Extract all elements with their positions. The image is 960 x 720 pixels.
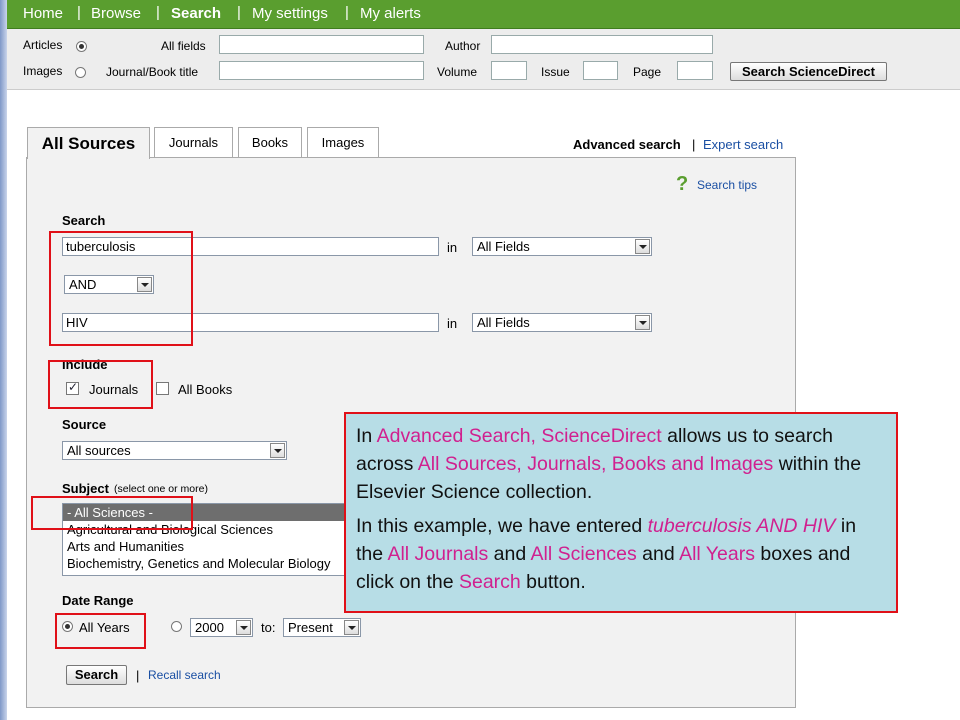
nav-separator: | xyxy=(156,4,160,21)
issue-label: Issue xyxy=(541,65,570,79)
subject-option[interactable]: Biochemistry, Genetics and Molecular Bio… xyxy=(63,555,346,572)
chevron-down-icon xyxy=(635,315,650,330)
field-select-1-value: All Fields xyxy=(477,239,530,254)
tab-all-sources[interactable]: All Sources xyxy=(27,127,150,159)
nav-separator: | xyxy=(77,4,81,21)
include-highlight xyxy=(48,360,153,409)
source-label: Source xyxy=(62,417,107,432)
help-icon[interactable]: ? xyxy=(676,174,690,194)
chevron-down-icon xyxy=(344,620,359,635)
volume-label: Volume xyxy=(437,65,478,79)
to-year-select[interactable]: Present xyxy=(283,618,361,637)
callout-emphasis: All Sciences xyxy=(530,543,637,565)
journal-title-label: Journal/Book title xyxy=(106,65,199,79)
issue-input[interactable] xyxy=(583,61,618,80)
from-year-value: 2000 xyxy=(195,620,224,635)
articles-label: Articles xyxy=(23,38,63,52)
nav-search[interactable]: Search xyxy=(171,5,221,22)
source-select[interactable]: All sources xyxy=(62,441,287,460)
search-label: Search xyxy=(62,213,106,228)
search-sciencedirect-button[interactable]: Search ScienceDirect xyxy=(730,62,887,81)
callout-paragraph-2: In this example, we have entered tubercu… xyxy=(356,512,886,596)
callout-text: In this example, we have entered xyxy=(356,515,648,537)
images-label: Images xyxy=(23,64,63,78)
callout-text: button. xyxy=(520,571,586,593)
journal-title-input[interactable] xyxy=(219,61,424,80)
callout-emphasis: All Journals xyxy=(387,543,489,565)
nav-my-settings[interactable]: My settings xyxy=(252,5,328,22)
nav-browse[interactable]: Browse xyxy=(91,5,141,22)
callout-text: and xyxy=(488,543,531,565)
tab-images[interactable]: Images xyxy=(307,127,379,158)
recall-separator: | xyxy=(136,668,140,683)
subject-highlight xyxy=(31,496,193,530)
page-label: Page xyxy=(633,65,662,79)
subject-label: Subject xyxy=(62,481,109,496)
quick-search-bar: Articles Images All fields Journal/Book … xyxy=(7,29,960,90)
author-label: Author xyxy=(445,39,481,53)
all-fields-label: All fields xyxy=(161,39,206,53)
explanation-callout: In Advanced Search, ScienceDirect allows… xyxy=(344,412,898,613)
nav-separator: | xyxy=(237,4,241,21)
articles-radio[interactable] xyxy=(76,41,87,52)
volume-input[interactable] xyxy=(491,61,527,80)
nav-my-alerts[interactable]: My alerts xyxy=(360,5,421,22)
callout-text: In xyxy=(356,425,377,447)
subject-option[interactable]: Arts and Humanities xyxy=(63,538,346,555)
search-terms-highlight xyxy=(49,231,193,346)
source-select-value: All sources xyxy=(67,443,131,458)
field-select-1[interactable]: All Fields xyxy=(472,237,652,256)
author-input[interactable] xyxy=(491,35,713,54)
callout-emphasis: tuberculosis AND HIV xyxy=(647,515,836,537)
all-years-highlight xyxy=(55,613,146,649)
in-label: in xyxy=(447,240,458,255)
nav-home[interactable]: Home xyxy=(23,5,63,22)
chevron-down-icon xyxy=(236,620,251,635)
from-year-select[interactable]: 2000 xyxy=(190,618,253,637)
in-label: in xyxy=(447,316,458,331)
top-nav: Home | Browse | Search | My settings | M… xyxy=(7,0,960,29)
expert-search-link[interactable]: Expert search xyxy=(703,137,783,152)
all-fields-input[interactable] xyxy=(219,35,424,54)
page-input[interactable] xyxy=(677,61,713,80)
recall-search-link[interactable]: Recall search xyxy=(148,668,221,682)
chevron-down-icon xyxy=(635,239,650,254)
callout-text: and xyxy=(636,543,680,565)
chevron-down-icon xyxy=(270,443,285,458)
subject-hint: (select one or more) xyxy=(114,483,208,495)
to-year-value: Present xyxy=(288,620,333,635)
nav-separator: | xyxy=(345,4,349,21)
all-books-checkbox[interactable] xyxy=(156,382,169,395)
tab-books[interactable]: Books xyxy=(238,127,302,158)
callout-paragraph-1: In Advanced Search, ScienceDirect allows… xyxy=(356,422,886,506)
images-radio[interactable] xyxy=(75,67,86,78)
callout-emphasis: Search xyxy=(458,571,521,593)
date-range-label: Date Range xyxy=(62,593,134,608)
callout-emphasis: All Sources, Journals, Books and Images xyxy=(417,453,774,475)
field-select-2[interactable]: All Fields xyxy=(472,313,652,332)
callout-emphasis: All Years xyxy=(679,543,755,565)
year-range-radio[interactable] xyxy=(171,621,182,632)
field-select-2-value: All Fields xyxy=(477,315,530,330)
left-edge-bar xyxy=(0,0,7,720)
search-button[interactable]: Search xyxy=(66,665,127,685)
all-books-checkbox-label: All Books xyxy=(178,382,233,397)
tab-journals[interactable]: Journals xyxy=(154,127,233,158)
search-tips-link[interactable]: Search tips xyxy=(697,178,757,192)
header-link-separator: | xyxy=(692,137,696,152)
advanced-search-link[interactable]: Advanced search xyxy=(573,137,681,152)
callout-emphasis: Advanced Search, ScienceDirect xyxy=(376,425,662,447)
to-label: to: xyxy=(261,620,276,635)
